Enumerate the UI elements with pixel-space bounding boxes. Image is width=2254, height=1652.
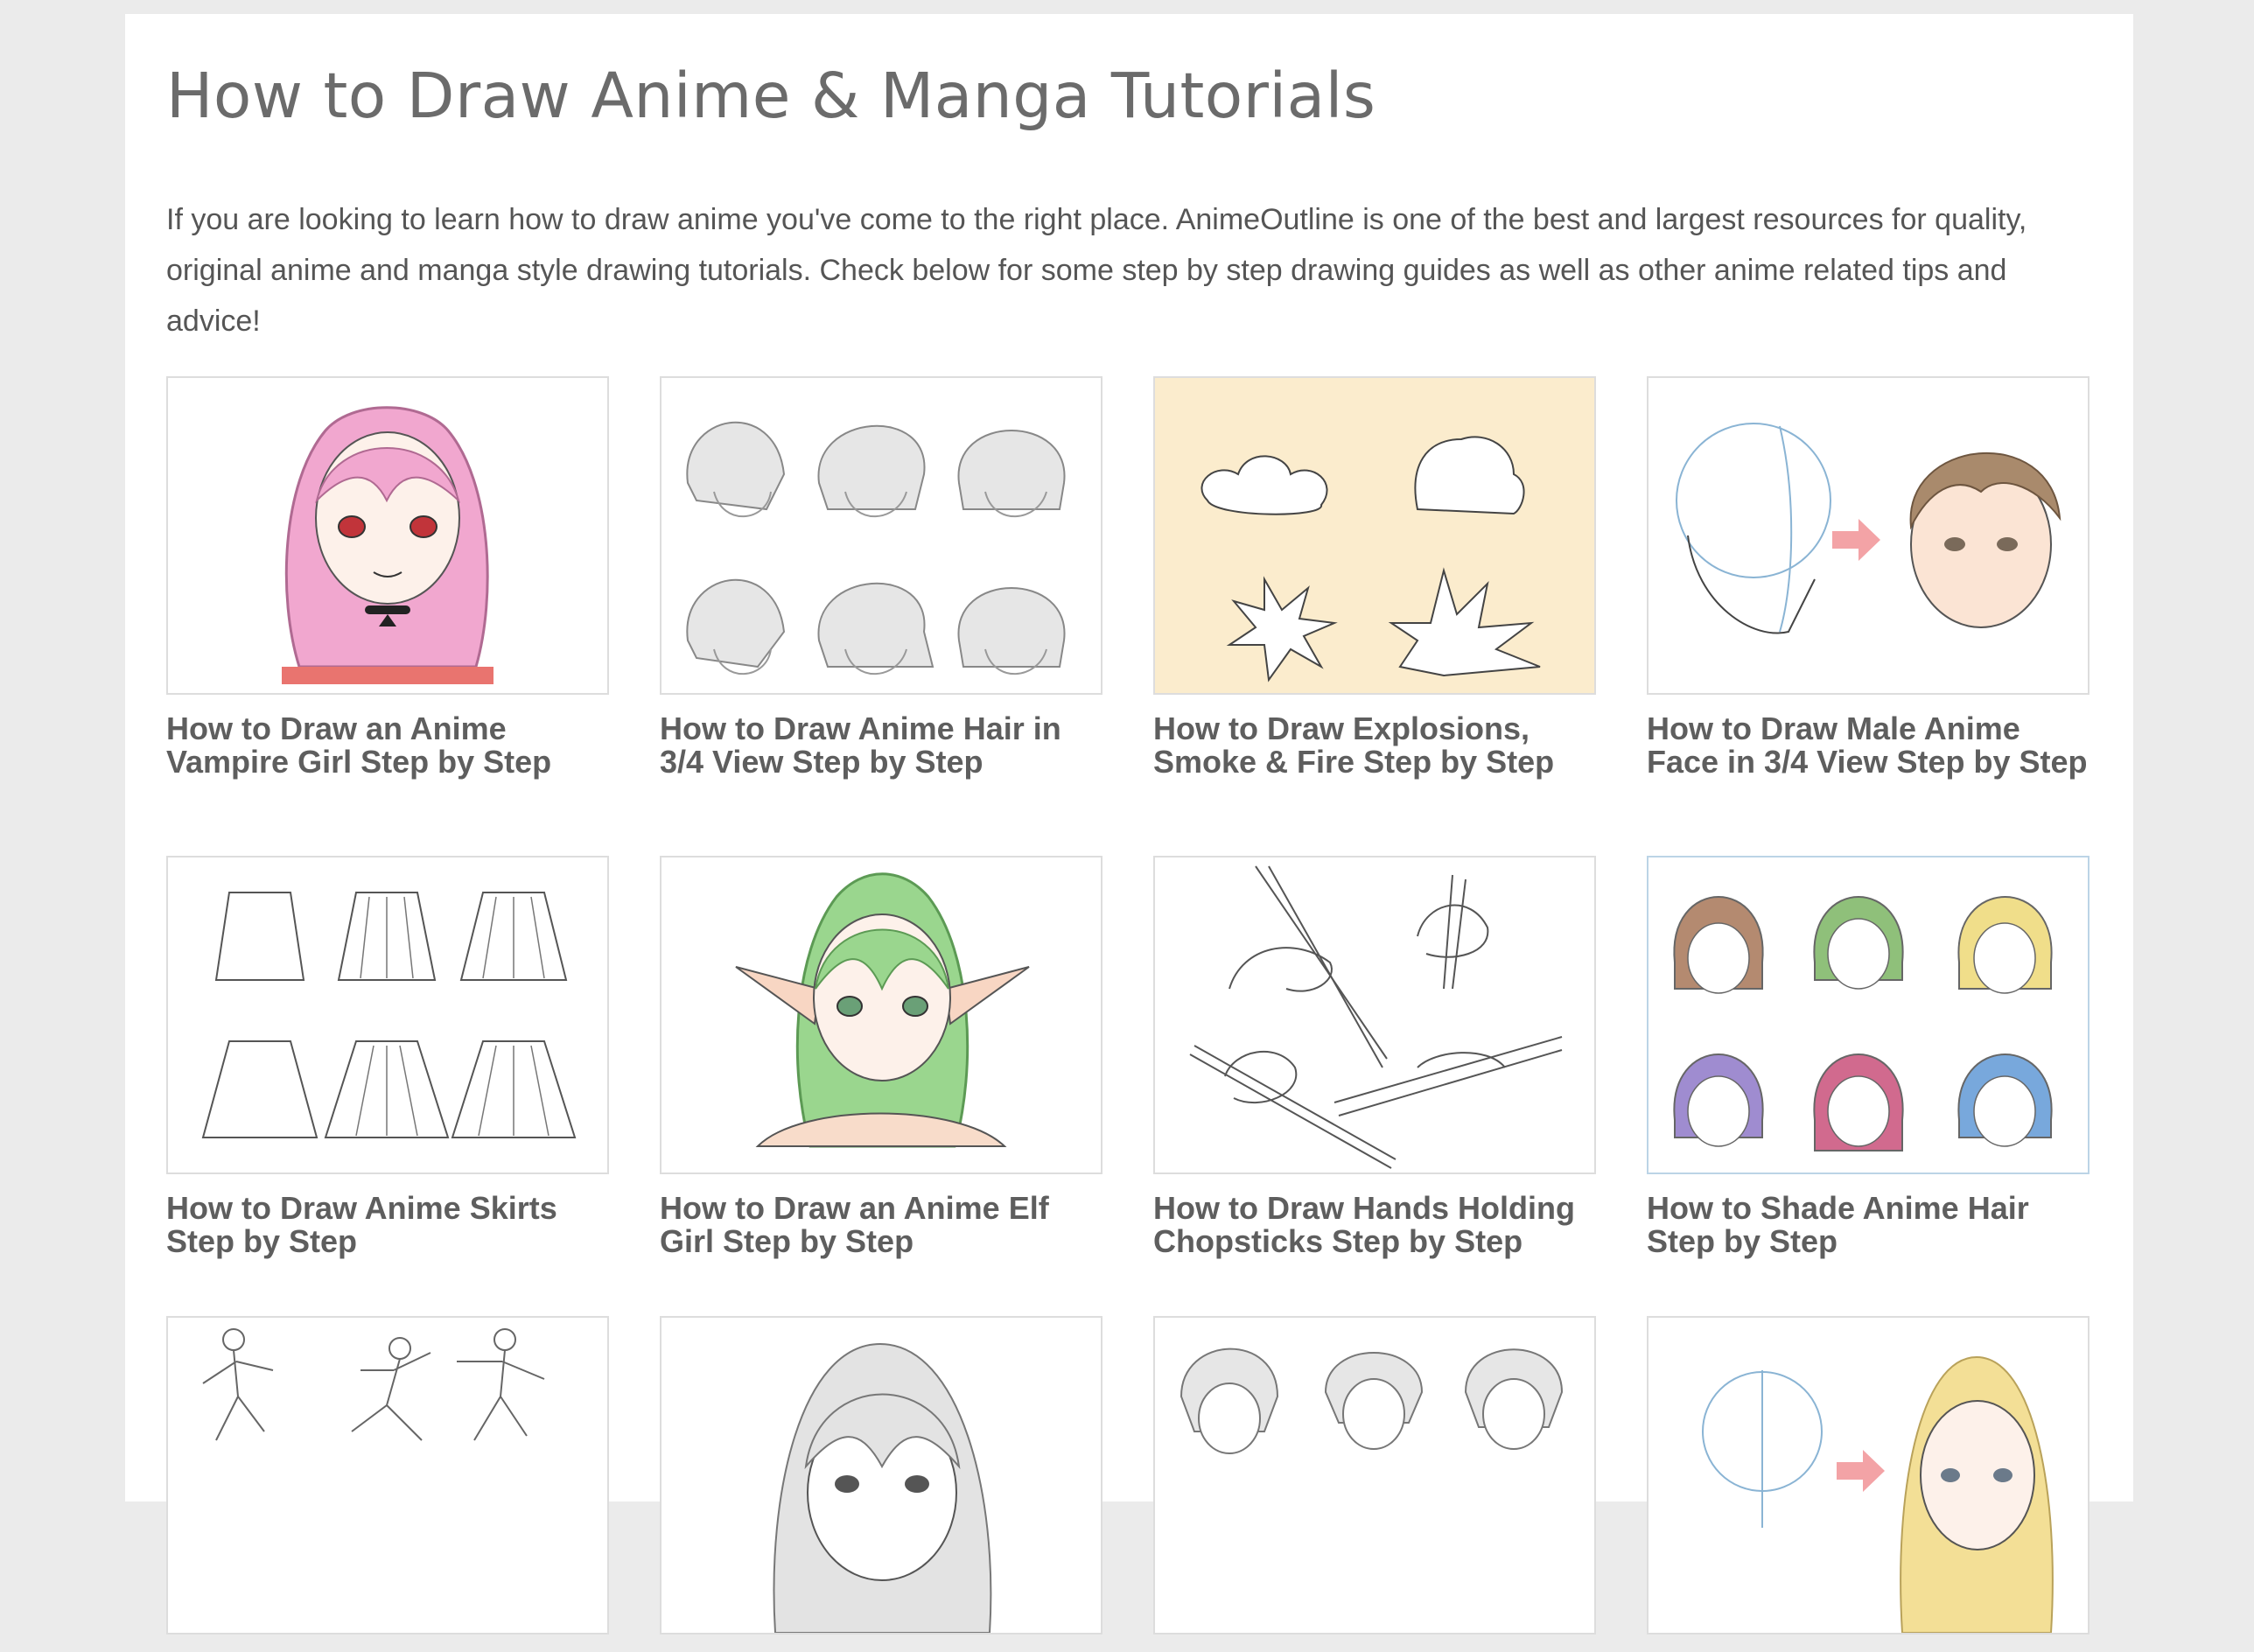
thumbnail-elf-girl[interactable] xyxy=(660,856,1102,1174)
tutorial-card-vampire-girl[interactable]: How to Draw an Anime Vampire Girl Step b… xyxy=(166,376,609,779)
thumbnail-chopsticks[interactable] xyxy=(1153,856,1596,1174)
shade-hair-image xyxy=(1673,896,2053,1152)
vampire-girl-image xyxy=(282,406,494,684)
tutorial-card-skirts[interactable]: How to Draw Anime Skirts Step by Step xyxy=(166,856,609,1258)
page-container: How to Draw Anime & Manga Tutorials If y… xyxy=(125,14,2133,1634)
tutorial-card-chopsticks[interactable]: How to Draw Hands Holding Chopsticks Ste… xyxy=(1153,856,1596,1258)
chopsticks-image xyxy=(1189,865,1563,1169)
tutorial-card-male-hair[interactable] xyxy=(1153,1316,1596,1652)
thumbnail-male-face[interactable] xyxy=(1647,376,2090,695)
male-hair-image xyxy=(1180,1348,1564,1454)
thumbnail-explosions[interactable] xyxy=(1153,376,1596,695)
page-title: How to Draw Anime & Manga Tutorials xyxy=(166,60,1376,132)
thumbnail-hair-3-4[interactable] xyxy=(660,376,1102,695)
skirts-image xyxy=(201,892,577,1138)
hair-3-4-image xyxy=(686,421,1066,676)
intro-paragraph: If you are looking to learn how to draw … xyxy=(166,203,2027,338)
tutorial-title[interactable]: How to Draw Anime Skirts Step by Step xyxy=(166,1192,609,1258)
tutorial-card-elf-girl[interactable]: How to Draw an Anime Elf Girl Step by St… xyxy=(660,856,1102,1258)
tutorial-card-hair-3-4[interactable]: How to Draw Anime Hair in 3/4 View Step … xyxy=(660,376,1102,779)
tutorial-card-face-gray[interactable] xyxy=(660,1316,1102,1652)
thumbnail-poses[interactable] xyxy=(166,1316,609,1634)
thumbnail-male-hair[interactable] xyxy=(1153,1316,1596,1634)
tutorial-title[interactable]: How to Draw Male Anime Face in 3/4 View … xyxy=(1647,712,2090,779)
tutorial-card-explosions[interactable]: How to Draw Explosions, Smoke & Fire Ste… xyxy=(1153,376,1596,779)
thumbnail-skirts[interactable] xyxy=(166,856,609,1174)
thumbnail-shade-hair[interactable] xyxy=(1647,856,2090,1174)
thumbnail-female-face[interactable] xyxy=(1647,1316,2090,1634)
thumbnail-vampire-girl[interactable] xyxy=(166,376,609,695)
explosions-image xyxy=(1155,378,1594,693)
tutorial-card-female-face[interactable] xyxy=(1647,1316,2090,1652)
tutorial-card-male-face[interactable]: How to Draw Male Anime Face in 3/4 View … xyxy=(1647,376,2090,779)
tutorial-title[interactable]: How to Draw an Anime Vampire Girl Step b… xyxy=(166,712,609,779)
thumbnail-face-gray[interactable] xyxy=(660,1316,1102,1634)
elf-girl-image xyxy=(735,872,1030,1148)
poses-image xyxy=(202,1328,545,1441)
tutorial-title[interactable]: How to Draw an Anime Elf Girl Step by St… xyxy=(660,1192,1102,1258)
tutorial-title[interactable]: How to Draw Explosions, Smoke & Fire Ste… xyxy=(1153,712,1596,779)
tutorial-title[interactable]: How to Draw Anime Hair in 3/4 View Step … xyxy=(660,712,1102,779)
female-face-image xyxy=(1702,1355,2054,1633)
tutorial-title[interactable]: How to Shade Anime Hair Step by Step xyxy=(1647,1192,2090,1258)
tutorial-title[interactable]: How to Draw Hands Holding Chopsticks Ste… xyxy=(1153,1192,1596,1258)
male-face-image xyxy=(1676,423,2062,634)
tutorial-card-poses[interactable] xyxy=(166,1316,609,1652)
gray-face-image xyxy=(773,1342,992,1633)
tutorial-card-shade-hair[interactable]: How to Shade Anime Hair Step by Step xyxy=(1647,856,2090,1258)
